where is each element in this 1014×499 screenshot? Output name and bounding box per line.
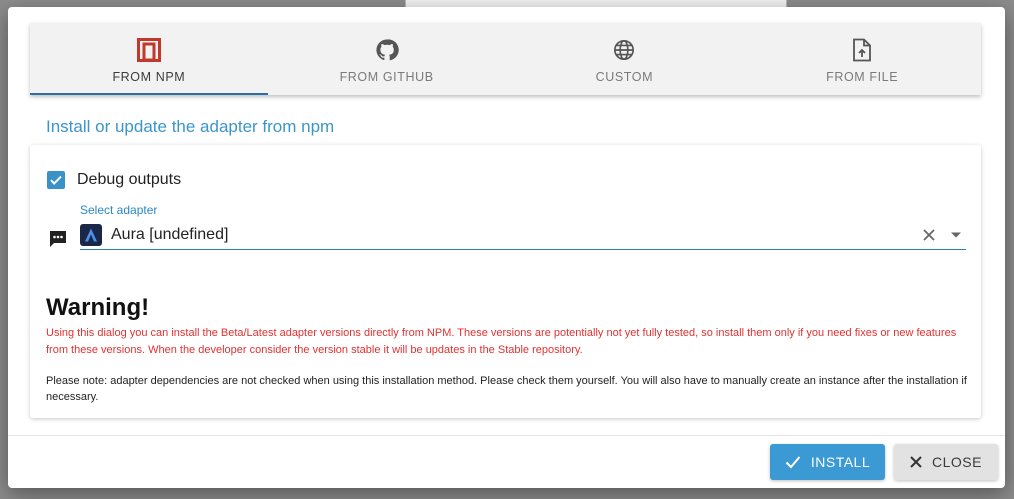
install-source-tabs: FROM NPM FROM GITHUB CUSTOM FROM FILE — [30, 23, 981, 95]
warning-text: Using this dialog you can install the Be… — [46, 327, 957, 356]
close-button[interactable]: CLOSE — [894, 444, 998, 480]
clear-icon[interactable] — [922, 228, 936, 242]
page-title: Install or update the adapter from npm — [46, 117, 335, 136]
tab-from-npm[interactable]: FROM NPM — [30, 23, 268, 95]
install-button[interactable]: INSTALL — [770, 444, 885, 480]
install-options-card: Debug outputs Select adapter Aura [undef… — [30, 145, 981, 418]
adapter-logo-icon — [80, 224, 102, 246]
close-button-label: CLOSE — [932, 454, 982, 470]
tab-from-github[interactable]: FROM GITHUB — [268, 23, 506, 95]
debug-outputs-checkbox[interactable]: Debug outputs — [47, 171, 181, 189]
globe-icon — [613, 37, 635, 63]
npm-icon — [136, 37, 161, 63]
select-adapter-label: Select adapter — [80, 203, 158, 217]
debug-outputs-label: Debug outputs — [77, 171, 182, 188]
checkbox-checked-icon[interactable] — [47, 171, 65, 189]
chat-bubble-icon — [48, 229, 68, 254]
warning-title: Warning! — [46, 294, 150, 321]
github-icon — [375, 37, 399, 63]
tab-label: FROM NPM — [112, 70, 186, 84]
check-icon — [785, 455, 801, 469]
install-note: Please note: adapter dependencies are no… — [46, 375, 967, 403]
adapter-select-value: Aura [undefined] — [111, 226, 229, 243]
dialog-actions-divider — [8, 435, 1005, 436]
close-icon — [910, 456, 922, 468]
tab-label: FROM GITHUB — [339, 70, 434, 84]
tab-custom[interactable]: CUSTOM — [506, 23, 744, 95]
dropdown-arrow-icon[interactable] — [950, 231, 962, 239]
adapter-select[interactable]: Aura [undefined] — [80, 221, 966, 250]
install-dialog: FROM NPM FROM GITHUB CUSTOM FROM FILE In… — [8, 7, 1005, 488]
install-button-label: INSTALL — [810, 454, 871, 470]
tab-label: FROM FILE — [826, 70, 899, 84]
tab-from-file[interactable]: FROM FILE — [743, 23, 981, 95]
file-upload-icon — [852, 37, 872, 63]
tab-label: CUSTOM — [595, 70, 654, 84]
